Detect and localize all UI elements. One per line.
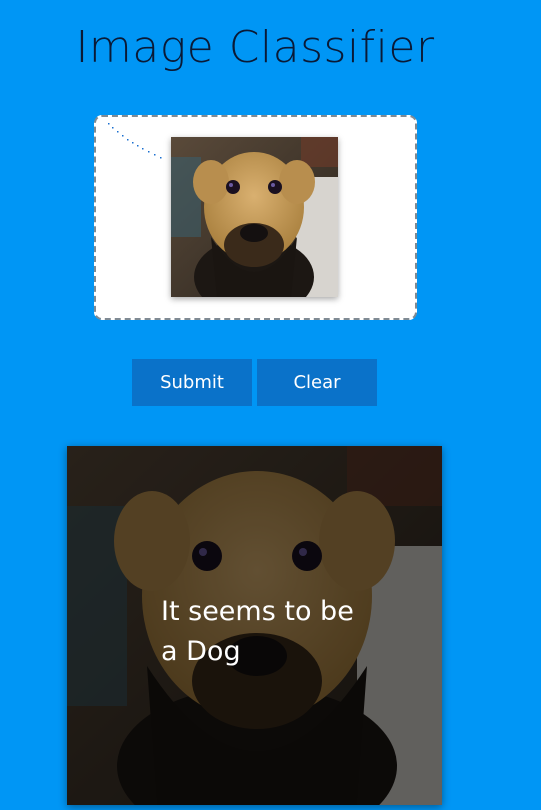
- submit-button[interactable]: Submit: [132, 359, 252, 406]
- classification-result-text: It seems to be a Dog: [161, 596, 354, 667]
- dog-photo-icon: [171, 137, 338, 297]
- result-panel: It seems to be a Dog: [67, 446, 442, 805]
- image-dropzone[interactable]: [94, 115, 417, 320]
- drag-cursor-icon: [108, 123, 162, 159]
- clear-button[interactable]: Clear: [257, 359, 377, 406]
- action-buttons: Submit Clear: [132, 359, 377, 406]
- uploaded-image-preview: [171, 137, 338, 297]
- page-title: Image Classifier: [75, 22, 435, 73]
- app-page: Image Classifier Submit Clear It seems t…: [0, 0, 541, 810]
